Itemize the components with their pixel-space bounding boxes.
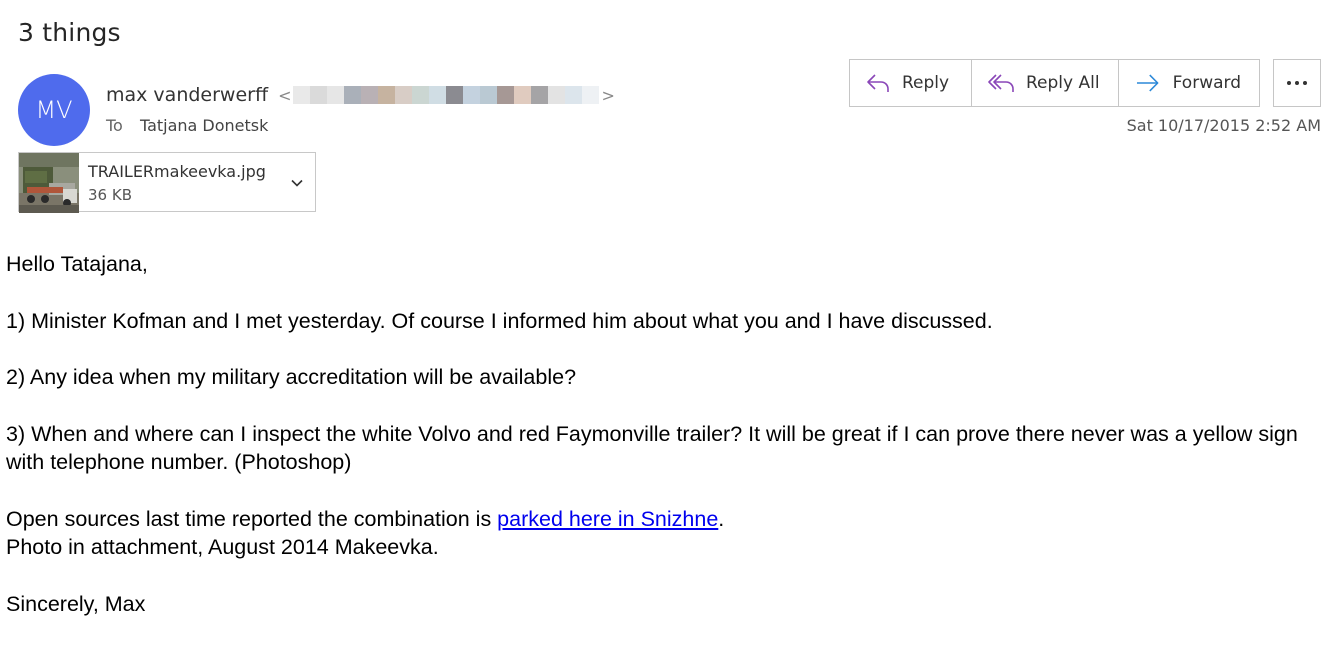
- reply-all-label: Reply All: [1026, 73, 1100, 93]
- reply-button[interactable]: Reply: [850, 60, 972, 106]
- ellipsis-icon: [1287, 81, 1291, 85]
- pixelated-email-address: [293, 86, 600, 104]
- forward-button[interactable]: Forward: [1119, 60, 1259, 106]
- attachment-filename: TRAILERmakeevka.jpg: [88, 162, 266, 181]
- point-1: 1) Minister Kofman and I met yesterday. …: [6, 308, 993, 333]
- email-bracket-close: >: [601, 85, 615, 105]
- attachment-card[interactable]: TRAILERmakeevka.jpg 36 KB: [18, 152, 316, 213]
- reply-all-button[interactable]: Reply All: [972, 60, 1119, 106]
- forward-arrow-icon: [1136, 74, 1159, 92]
- email-subject: 3 things: [18, 18, 121, 47]
- email-timestamp: Sat 10/17/2015 2:52 AM: [1126, 116, 1321, 135]
- greeting: Hello Tatajana,: [6, 252, 148, 276]
- point-3: 3) When and where can I inspect the whit…: [6, 421, 1298, 475]
- reply-action-bar: Reply Reply All Forward: [849, 59, 1260, 107]
- reply-all-icon: [988, 74, 1014, 92]
- photo-line: Photo in attachment, August 2014 Makeevk…: [6, 534, 439, 559]
- recipient-name[interactable]: Tatjana Donetsk: [140, 116, 268, 135]
- recipient-line: To Tatjana Donetsk: [106, 116, 268, 135]
- point-2: 2) Any idea when my military accreditati…: [6, 365, 577, 390]
- sources-text: Open sources last time reported the comb…: [6, 506, 498, 531]
- sources-paragraph: Open sources last time reported the comb…: [6, 505, 1324, 533]
- signature: Sincerely, Max: [6, 591, 146, 616]
- attachment-size: 36 KB: [88, 186, 132, 204]
- email-body: Hello Tatajana, 1) Minister Kofman and I…: [6, 250, 1324, 646]
- forward-label: Forward: [1172, 73, 1241, 93]
- sources-period: .: [718, 506, 725, 531]
- sender-avatar[interactable]: MV: [18, 74, 90, 146]
- sender-line: max vanderwerff < >: [106, 84, 615, 106]
- sender-name[interactable]: max vanderwerff: [106, 84, 268, 106]
- attachment-thumbnail[interactable]: [19, 153, 79, 213]
- reply-icon: [867, 74, 889, 92]
- more-actions-button[interactable]: [1273, 59, 1321, 107]
- email-bracket-open: <: [278, 85, 292, 105]
- snizhne-link[interactable]: parked here in Snizhne: [497, 507, 718, 531]
- chevron-down-icon[interactable]: [289, 175, 305, 191]
- sender-email-redacted: < >: [278, 86, 615, 105]
- reply-label: Reply: [902, 73, 950, 93]
- to-label: To: [106, 116, 123, 135]
